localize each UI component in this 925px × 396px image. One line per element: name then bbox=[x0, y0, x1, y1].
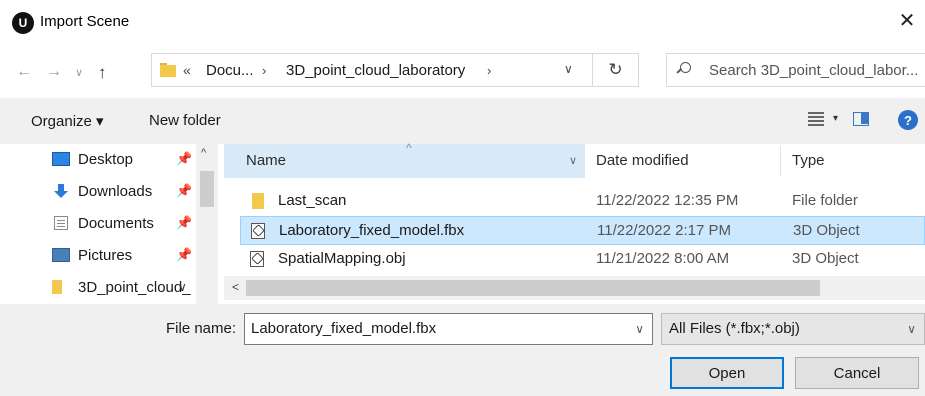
command-bar: Organize ▾ New folder ▾ ? bbox=[0, 98, 925, 144]
pin-icon: 📌 bbox=[176, 215, 193, 230]
file-type: 3D Object bbox=[792, 250, 859, 267]
dialog-footer: File name: Laboratory_fixed_model.fbx ∨ … bbox=[0, 304, 925, 396]
forward-arrow-icon[interactable]: → bbox=[46, 63, 62, 81]
window-title: Import Scene bbox=[40, 13, 130, 30]
address-dropdown-icon[interactable]: ∨ bbox=[564, 62, 573, 76]
file-type-dropdown-icon[interactable]: ∨ bbox=[907, 322, 916, 336]
pin-icon: 📌 bbox=[176, 151, 193, 166]
scroll-up-icon[interactable]: ^ bbox=[201, 147, 206, 159]
breadcrumb-overflow[interactable]: « bbox=[183, 62, 191, 78]
column-header-date-modified[interactable]: Date modified bbox=[596, 152, 689, 169]
file-type-value: All Files (*.fbx;*.obj) bbox=[669, 320, 800, 337]
search-icon bbox=[676, 62, 691, 76]
navigation-bar: ← → ∨ ↑ « Docu... › 3D_point_cloud_labor… bbox=[0, 46, 925, 98]
navigation-pane: Desktop 📌 Downloads 📌 Documents 📌 Pictur… bbox=[0, 144, 218, 304]
file-name: Laboratory_fixed_model.fbx bbox=[279, 222, 465, 239]
file-row-laboratory-fixed-model[interactable]: Laboratory_fixed_model.fbx 11/22/2022 2:… bbox=[240, 216, 925, 245]
documents-icon bbox=[54, 216, 68, 230]
help-icon[interactable]: ? bbox=[898, 110, 918, 130]
view-dropdown-icon[interactable]: ▾ bbox=[833, 113, 838, 124]
breadcrumb-separator-icon[interactable]: › bbox=[487, 63, 491, 78]
file-date: 11/22/2022 2:17 PM bbox=[597, 222, 731, 239]
downloads-icon bbox=[52, 184, 70, 198]
breadcrumb-documents[interactable]: Docu... bbox=[206, 62, 254, 79]
sidebar-item-documents[interactable]: Documents 📌 bbox=[0, 208, 196, 240]
folder-icon bbox=[160, 63, 176, 77]
sidebar-item-label: Downloads bbox=[78, 183, 153, 200]
scrollbar-thumb[interactable] bbox=[246, 280, 820, 296]
organize-button[interactable]: Organize ▾ bbox=[31, 112, 104, 130]
recent-locations-chevron-icon[interactable]: ∨ bbox=[75, 66, 83, 79]
sidebar-item-pictures[interactable]: Pictures 📌 bbox=[0, 240, 196, 272]
file-row-last-scan[interactable]: Last_scan 11/22/2022 12:35 PM File folde… bbox=[240, 187, 925, 216]
3d-object-icon bbox=[251, 223, 265, 239]
sidebar-item-3d-point-cloud[interactable]: 3D_point_cloud_ ∨ bbox=[0, 272, 196, 304]
folder-icon bbox=[52, 280, 62, 294]
sort-ascending-icon: ^ bbox=[406, 141, 412, 155]
file-name-label: File name: bbox=[166, 320, 237, 337]
back-arrow-icon[interactable]: ← bbox=[16, 63, 32, 81]
scroll-left-icon[interactable]: < bbox=[232, 280, 239, 294]
file-name-dropdown-icon[interactable]: ∨ bbox=[635, 322, 644, 336]
close-icon[interactable]: ✕ bbox=[895, 8, 919, 32]
sidebar-item-label: Desktop bbox=[78, 151, 134, 168]
column-header-name[interactable]: Name ^ ∨ bbox=[224, 141, 585, 178]
unreal-engine-icon: U bbox=[12, 12, 34, 34]
column-header-type[interactable]: Type bbox=[792, 152, 825, 169]
file-name-input[interactable]: Laboratory_fixed_model.fbx ∨ bbox=[244, 313, 653, 345]
pin-icon: 📌 bbox=[176, 183, 193, 198]
address-bar[interactable]: « Docu... › 3D_point_cloud_laboratory › … bbox=[151, 53, 593, 87]
sidebar-item-label: 3D_point_cloud_ bbox=[78, 279, 191, 296]
sidebar-item-desktop[interactable]: Desktop 📌 bbox=[0, 144, 196, 176]
title-bar: U Import Scene ✕ bbox=[0, 0, 925, 46]
file-date: 11/22/2022 12:35 PM bbox=[596, 192, 739, 209]
column-filter-dropdown-icon[interactable]: ∨ bbox=[569, 154, 577, 167]
up-arrow-icon[interactable]: ↑ bbox=[98, 63, 107, 83]
column-name-label: Name bbox=[246, 152, 287, 169]
file-type: 3D Object bbox=[793, 222, 860, 239]
pin-icon: 📌 bbox=[176, 247, 193, 262]
scrollbar-thumb[interactable] bbox=[200, 171, 214, 207]
file-type: File folder bbox=[792, 192, 858, 209]
folder-icon bbox=[252, 193, 264, 209]
new-folder-button[interactable]: New folder bbox=[149, 112, 221, 129]
open-button[interactable]: Open bbox=[670, 357, 784, 389]
desktop-icon bbox=[52, 152, 70, 166]
cancel-button[interactable]: Cancel bbox=[795, 357, 919, 389]
sidebar-item-label: Documents bbox=[78, 215, 154, 232]
sidebar-item-label: Pictures bbox=[78, 247, 133, 264]
view-options-icon[interactable] bbox=[808, 112, 824, 126]
breadcrumb-separator-icon[interactable]: › bbox=[262, 63, 266, 78]
chevron-down-icon[interactable]: ∨ bbox=[178, 280, 187, 294]
search-placeholder: Search 3D_point_cloud_labor... bbox=[709, 62, 919, 79]
sidebar-scrollbar[interactable]: ^ bbox=[196, 144, 218, 304]
file-name: SpatialMapping.obj bbox=[278, 250, 406, 267]
column-header: Name ^ ∨ Date modified Type bbox=[224, 141, 925, 178]
sidebar-item-downloads[interactable]: Downloads 📌 bbox=[0, 176, 196, 208]
3d-object-icon bbox=[250, 251, 264, 267]
search-input[interactable]: Search 3D_point_cloud_labor... bbox=[666, 53, 925, 87]
breadcrumb-current-folder[interactable]: 3D_point_cloud_laboratory bbox=[286, 62, 465, 79]
horizontal-scrollbar[interactable]: < bbox=[224, 276, 925, 300]
file-row-spatial-mapping[interactable]: SpatialMapping.obj 11/21/2022 8:00 AM 3D… bbox=[240, 245, 925, 274]
file-type-select[interactable]: All Files (*.fbx;*.obj) ∨ bbox=[661, 313, 925, 345]
preview-pane-icon[interactable] bbox=[853, 112, 869, 126]
refresh-icon[interactable]: ↻ bbox=[593, 53, 639, 87]
column-divider[interactable] bbox=[780, 146, 781, 176]
file-date: 11/21/2022 8:00 AM bbox=[596, 250, 730, 267]
file-name-value: Laboratory_fixed_model.fbx bbox=[251, 320, 437, 337]
file-name: Last_scan bbox=[278, 192, 347, 209]
pictures-icon bbox=[52, 248, 70, 262]
